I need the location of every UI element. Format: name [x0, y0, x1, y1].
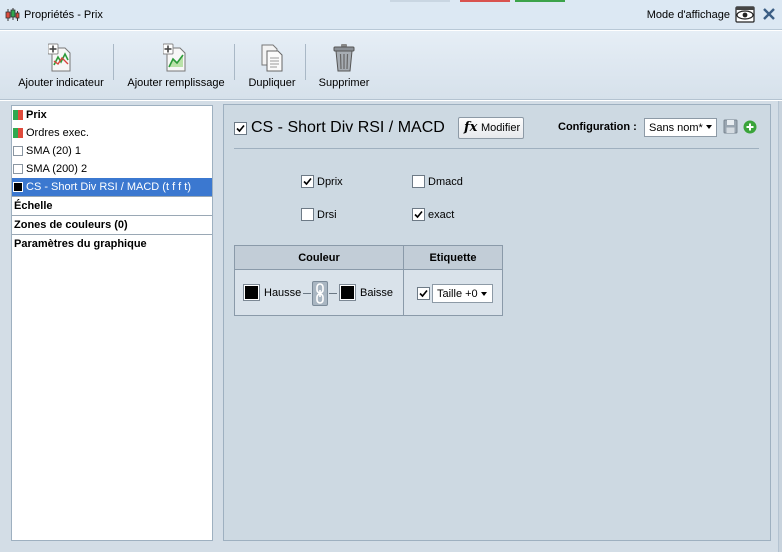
add-indicator-label: Ajouter indicateur — [18, 77, 104, 89]
list-item-label: SMA (20) 1 — [26, 145, 82, 157]
title-bar: Propriétés - Prix Mode d'affichage — [0, 0, 782, 30]
configuration-select[interactable]: Sans nom* — [644, 118, 717, 137]
section-label: Zones de couleurs (0) — [14, 219, 128, 231]
empty-swatch-icon — [13, 164, 23, 174]
configuration-label: Configuration : — [558, 121, 637, 133]
section-label: Paramètres du graphique — [14, 238, 147, 250]
label-column-header: Etiquette — [404, 246, 502, 270]
list-item-label: Ordres exec. — [26, 127, 89, 139]
configuration-value: Sans nom* — [649, 122, 703, 134]
indicator-panel: CS - Short Div RSI / MACD fx Modifier Co… — [223, 104, 771, 541]
link-chain-icon[interactable] — [312, 281, 328, 306]
up-color-swatch[interactable] — [243, 284, 260, 301]
bicolor-swatch-icon — [13, 128, 23, 138]
indicator-enabled-checkbox[interactable] — [234, 122, 247, 135]
list-item-cs-short-div[interactable]: CS - Short Div RSI / MACD (t f f t) — [12, 178, 212, 196]
add-indicator-button[interactable]: Ajouter indicateur — [14, 31, 108, 100]
list-item-prix[interactable]: Prix — [12, 106, 212, 124]
section-scale[interactable]: Échelle — [12, 196, 212, 215]
list-item-label: Prix — [26, 109, 47, 121]
up-label: Hausse — [264, 287, 302, 299]
modify-button[interactable]: fx Modifier — [458, 117, 524, 139]
header-divider — [234, 148, 759, 149]
style-table: Couleur Etiquette Hausse Baisse Taille +… — [234, 245, 503, 316]
delete-label: Supprimer — [318, 77, 370, 89]
link-connector — [303, 293, 311, 294]
dprix-label: Dprix — [317, 176, 343, 188]
empty-swatch-icon — [13, 146, 23, 156]
section-label: Échelle — [14, 200, 53, 212]
properties-list: Prix Ordres exec. SMA (20) 1 SMA (200) 2… — [11, 105, 213, 541]
indicator-title: CS - Short Div RSI / MACD — [251, 119, 445, 136]
section-chart-parameters[interactable]: Paramètres du graphique — [12, 234, 212, 253]
drsi-checkbox[interactable] — [301, 208, 314, 221]
list-item-sma-20[interactable]: SMA (20) 1 — [12, 142, 212, 160]
background-strip-red — [460, 0, 510, 2]
save-icon[interactable] — [723, 119, 738, 134]
exact-checkbox[interactable] — [412, 208, 425, 221]
list-item-label: CS - Short Div RSI / MACD (t f f t) — [26, 181, 192, 193]
checkmark-icon — [419, 289, 428, 298]
toolbar: Ajouter indicateur Ajouter remplissage D… — [0, 31, 782, 100]
section-color-zones[interactable]: Zones de couleurs (0) — [12, 215, 212, 234]
down-color-swatch[interactable] — [339, 284, 356, 301]
list-item-sma-200[interactable]: SMA (200) 2 — [12, 160, 212, 178]
chevron-down-icon — [481, 292, 487, 296]
down-label: Baisse — [360, 287, 394, 299]
duplicate-button[interactable]: Dupliquer — [241, 31, 303, 100]
add-configuration-icon[interactable] — [743, 120, 757, 134]
link-connector — [329, 293, 337, 294]
list-item-label: SMA (200) 2 — [26, 163, 88, 175]
dprix-checkbox[interactable] — [301, 175, 314, 188]
chain-icon — [316, 283, 324, 304]
toolbar-separator — [234, 44, 235, 80]
toolbar-separator — [305, 44, 306, 80]
show-label-checkbox[interactable] — [417, 287, 430, 300]
drsi-label: Drsi — [317, 209, 337, 221]
main-area: Prix Ordres exec. SMA (20) 1 SMA (200) 2… — [0, 101, 782, 552]
dmacd-checkbox[interactable] — [412, 175, 425, 188]
list-item-orders[interactable]: Ordres exec. — [12, 124, 212, 142]
close-icon[interactable] — [762, 7, 776, 21]
add-indicator-icon — [48, 43, 71, 72]
function-icon: fx — [464, 120, 478, 135]
bicolor-swatch-icon — [13, 110, 23, 120]
checkmark-icon — [236, 124, 245, 133]
column-divider — [403, 246, 404, 315]
window-title: Propriétés - Prix — [24, 9, 103, 21]
label-size-value: Taille +0 — [437, 288, 478, 300]
display-mode-icon[interactable] — [734, 5, 756, 25]
modify-label: Modifier — [481, 122, 521, 134]
display-mode-label: Mode d'affichage — [646, 9, 730, 21]
label-size-select[interactable]: Taille +0 — [432, 284, 493, 303]
trash-icon — [333, 44, 355, 72]
window-right-edge — [778, 101, 782, 552]
delete-button[interactable]: Supprimer — [312, 31, 376, 100]
chevron-down-icon — [706, 125, 712, 129]
add-fill-label: Ajouter remplissage — [127, 77, 225, 89]
background-strip — [390, 0, 450, 2]
add-fill-icon — [163, 43, 186, 72]
checkmark-icon — [414, 210, 423, 219]
black-swatch-icon — [13, 182, 23, 192]
candlestick-icon — [5, 8, 20, 21]
duplicate-label: Dupliquer — [248, 77, 296, 89]
background-strip-green — [515, 0, 565, 2]
duplicate-icon — [261, 44, 283, 72]
exact-label: exact — [428, 209, 455, 221]
add-fill-button[interactable]: Ajouter remplissage — [125, 31, 227, 100]
dmacd-label: Dmacd — [428, 176, 463, 188]
toolbar-separator — [113, 44, 114, 80]
color-column-header: Couleur — [235, 246, 403, 270]
checkmark-icon — [303, 177, 312, 186]
